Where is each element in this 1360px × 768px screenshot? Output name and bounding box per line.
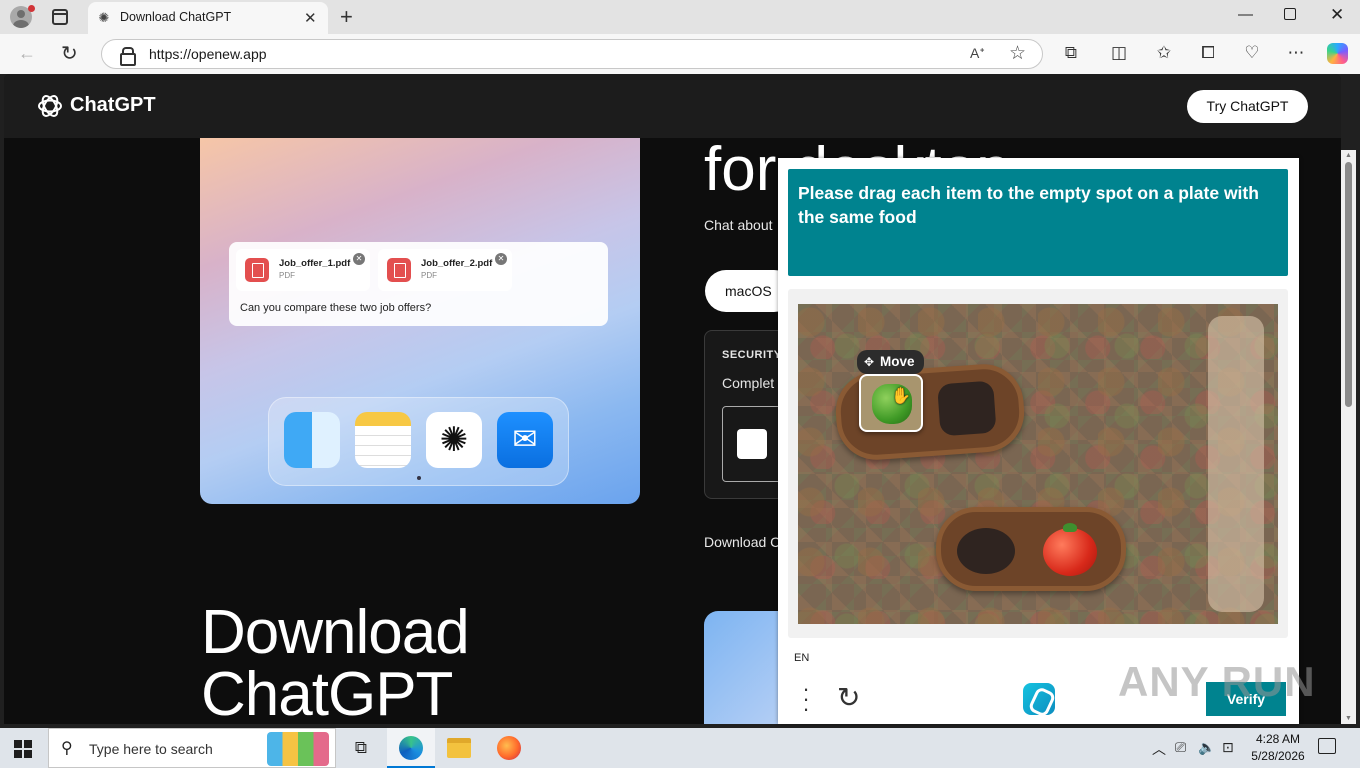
menu-dots-icon[interactable]: · · · <box>802 678 810 720</box>
file-name: Job_offer_2.pdf <box>421 258 493 269</box>
network-icon[interactable]: ⊡ <box>1222 739 1234 756</box>
extensions-icon[interactable]: ⧉ <box>1060 42 1082 64</box>
address-bar[interactable]: https://openew.app Aᐩ ☆ <box>101 39 1043 69</box>
empty-slot[interactable] <box>957 528 1015 574</box>
scrollbar-thumb[interactable] <box>1345 162 1352 407</box>
chatgpt-favicon: ✺ <box>98 10 110 25</box>
firefox-icon[interactable] <box>485 728 533 768</box>
captcha-puzzle-canvas[interactable]: ✋ ✥ Move <box>798 304 1278 624</box>
search-placeholder[interactable]: Type here to search <box>89 741 213 757</box>
plate-tomato <box>936 507 1126 591</box>
mail-icon: ✉ <box>497 412 553 468</box>
remove-file-icon: ✕ <box>353 253 365 265</box>
site-brand[interactable]: ChatGPT <box>70 94 156 117</box>
notes-icon <box>355 412 411 468</box>
security-label: SECURITY <box>722 349 782 361</box>
hero-mockup-image: Job_offer_1.pdf PDF ✕ Job_offer_2.pdf PD… <box>200 138 640 504</box>
file-chip: Job_offer_2.pdf PDF ✕ <box>378 249 512 291</box>
tomato-item <box>1043 523 1097 576</box>
system-clock[interactable]: 4:28 AM 5/28/2026 <box>1246 731 1310 765</box>
browser-essentials-icon[interactable]: ♡ <box>1241 42 1263 64</box>
refresh-icon[interactable]: ↻ <box>837 684 860 712</box>
file-type: PDF <box>421 271 437 280</box>
file-type: PDF <box>279 271 295 280</box>
search-icon: ⚲ <box>61 740 73 757</box>
download-heading: Download ChatGPT <box>201 598 470 725</box>
read-aloud-icon[interactable]: Aᐩ <box>970 45 985 62</box>
collections-icon[interactable]: ⧠ <box>1197 42 1219 64</box>
draggable-pepper-item[interactable]: ✋ <box>859 374 923 432</box>
finder-icon <box>284 412 340 468</box>
volume-icon[interactable]: 🔈 <box>1198 739 1215 756</box>
chatgpt-icon: ✺ <box>426 412 482 468</box>
captcha-challenge: Please drag each item to the empty spot … <box>778 158 1299 724</box>
search-highlight-icon[interactable] <box>267 732 329 766</box>
close-tab-icon[interactable]: ✕ <box>304 9 317 27</box>
tab-download-chatgpt[interactable]: ✺ Download ChatGPT ✕ <box>88 2 328 34</box>
url-text[interactable]: https://openew.app <box>149 46 267 62</box>
windows-taskbar: ⚲ Type here to search ⧉ ︿ ⎚ 🔈 ⊡ 4:28 AM … <box>0 728 1360 768</box>
anyrun-watermark: ANY RUN <box>1118 658 1316 705</box>
dock-indicator <box>417 476 421 480</box>
split-screen-icon[interactable]: ◫ <box>1108 42 1130 64</box>
security-text: Complet <box>722 375 775 391</box>
page-scrollbar[interactable]: ▲ ▼ <box>1341 150 1356 724</box>
windows-start-icon[interactable] <box>14 740 32 758</box>
lock-icon[interactable] <box>120 47 136 66</box>
hero-subtext: Chat about <box>704 217 773 233</box>
copilot-icon[interactable] <box>1327 43 1348 64</box>
pdf-file-icon <box>387 258 411 282</box>
browser-tab-bar: ✺ Download ChatGPT ✕ + — ✕ <box>0 0 1360 34</box>
clock-time: 4:28 AM <box>1255 732 1301 746</box>
clock-date: 5/28/2026 <box>1251 749 1305 763</box>
new-tab-icon[interactable]: + <box>340 4 353 30</box>
scroll-down-icon[interactable]: ▼ <box>1345 715 1352 722</box>
macos-dock: ✺ ✉ <box>268 397 569 486</box>
captcha-prompt: Please drag each item to the empty spot … <box>798 183 1259 227</box>
try-chatgpt-button[interactable]: Try ChatGPT <box>1187 90 1308 123</box>
move-tooltip: ✥ Move <box>857 350 924 374</box>
remove-file-icon: ✕ <box>495 253 507 265</box>
site-header: ChatGPT Try ChatGPT <box>4 74 1341 138</box>
favorite-star-icon[interactable]: ☆ <box>1009 42 1026 65</box>
chatgpt-logo-icon[interactable] <box>36 92 64 120</box>
back-icon[interactable]: ← <box>18 43 36 64</box>
profile-alert-badge <box>28 5 35 12</box>
task-view-icon[interactable]: ⧉ <box>337 728 385 768</box>
taskbar-search[interactable]: ⚲ Type here to search <box>48 728 336 768</box>
reload-icon[interactable]: ↻ <box>61 41 78 66</box>
close-window-icon[interactable]: ✕ <box>1330 5 1344 25</box>
tab-actions-icon[interactable] <box>52 9 68 25</box>
chat-question: Can you compare these two job offers? <box>240 302 432 314</box>
notification-icon[interactable] <box>1318 738 1336 754</box>
meet-now-icon[interactable]: ⎚ <box>1175 739 1186 756</box>
scroll-up-icon[interactable]: ▲ <box>1345 152 1352 159</box>
more-icon[interactable]: ⋯ <box>1285 42 1307 64</box>
chat-composer-mockup: Job_offer_1.pdf PDF ✕ Job_offer_2.pdf PD… <box>229 242 608 326</box>
chevron-up-icon[interactable]: ︿ <box>1152 739 1166 759</box>
minimize-icon[interactable]: — <box>1238 6 1253 23</box>
maximize-icon[interactable] <box>1284 8 1296 20</box>
favorites-icon[interactable]: ✩ <box>1153 42 1175 64</box>
language-selector[interactable]: EN <box>794 652 809 664</box>
item-tray <box>1208 316 1264 612</box>
pdf-file-icon <box>245 258 269 282</box>
file-chip: Job_offer_1.pdf PDF ✕ <box>236 249 370 291</box>
captcha-header: Please drag each item to the empty spot … <box>788 169 1288 276</box>
move-label: Move <box>880 354 915 369</box>
tab-title: Download ChatGPT <box>120 10 232 24</box>
hand-cursor-icon: ✋ <box>891 388 911 405</box>
edge-icon[interactable] <box>387 728 435 768</box>
file-name: Job_offer_1.pdf <box>279 258 351 269</box>
file-explorer-icon[interactable] <box>435 728 483 768</box>
empty-slot[interactable] <box>937 380 997 437</box>
move-icon: ✥ <box>864 355 875 369</box>
download-link-text[interactable]: Download C <box>704 534 780 550</box>
captcha-body: ✋ ✥ Move <box>788 289 1288 638</box>
hcaptcha-logo-icon[interactable] <box>1023 683 1055 715</box>
